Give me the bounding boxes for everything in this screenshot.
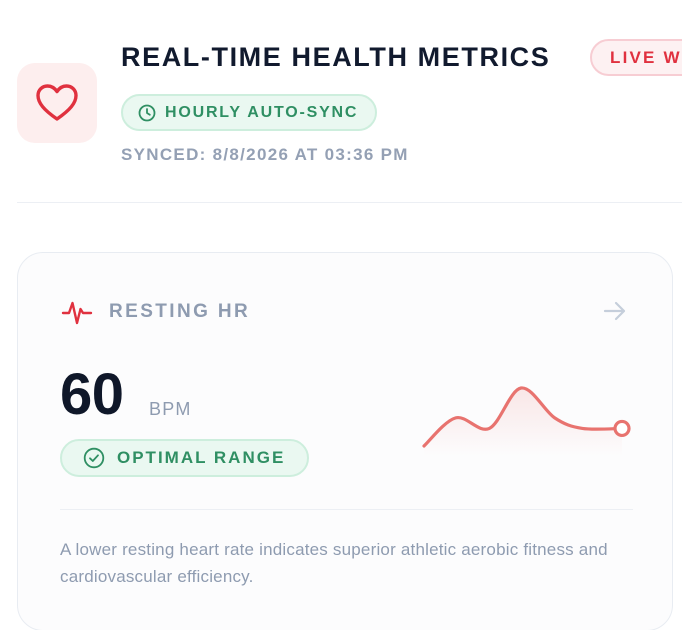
card-divider bbox=[60, 509, 633, 510]
sync-chip-label: HOURLY AUTO-SYNC bbox=[165, 103, 359, 121]
resting-hr-card[interactable]: RESTING HR 60 BPM OPTIMAL RANGE A lower … bbox=[17, 252, 673, 630]
live-badge-label: LIVE W bbox=[610, 47, 682, 67]
synced-timestamp: SYNCED: 8/8/2026 AT 03:36 PM bbox=[121, 145, 409, 164]
header-divider bbox=[17, 202, 682, 203]
header: REAL-TIME HEALTH METRICS LIVE W HOURLY A… bbox=[0, 0, 682, 204]
sparkline-chart bbox=[422, 386, 631, 456]
heart-tile bbox=[17, 63, 97, 143]
status-badge: OPTIMAL RANGE bbox=[60, 439, 310, 477]
arrow-right-icon[interactable] bbox=[602, 298, 628, 324]
check-circle-icon bbox=[83, 447, 105, 469]
live-badge: LIVE W bbox=[590, 39, 682, 76]
sparkline-endpoint bbox=[613, 419, 631, 438]
heartbeat-icon bbox=[61, 301, 93, 325]
sync-status-chip: HOURLY AUTO-SYNC bbox=[121, 94, 378, 131]
status-label: OPTIMAL RANGE bbox=[117, 448, 286, 467]
sparkline-area bbox=[424, 387, 622, 456]
clock-icon bbox=[138, 104, 156, 121]
metric-label: RESTING HR bbox=[109, 301, 251, 322]
metric-unit: BPM bbox=[149, 399, 192, 419]
page-title: REAL-TIME HEALTH METRICS bbox=[121, 42, 551, 72]
metric-value: 60 bbox=[60, 362, 124, 427]
heart-icon bbox=[36, 84, 78, 121]
metric-description: A lower resting heart rate indicates sup… bbox=[60, 540, 608, 586]
